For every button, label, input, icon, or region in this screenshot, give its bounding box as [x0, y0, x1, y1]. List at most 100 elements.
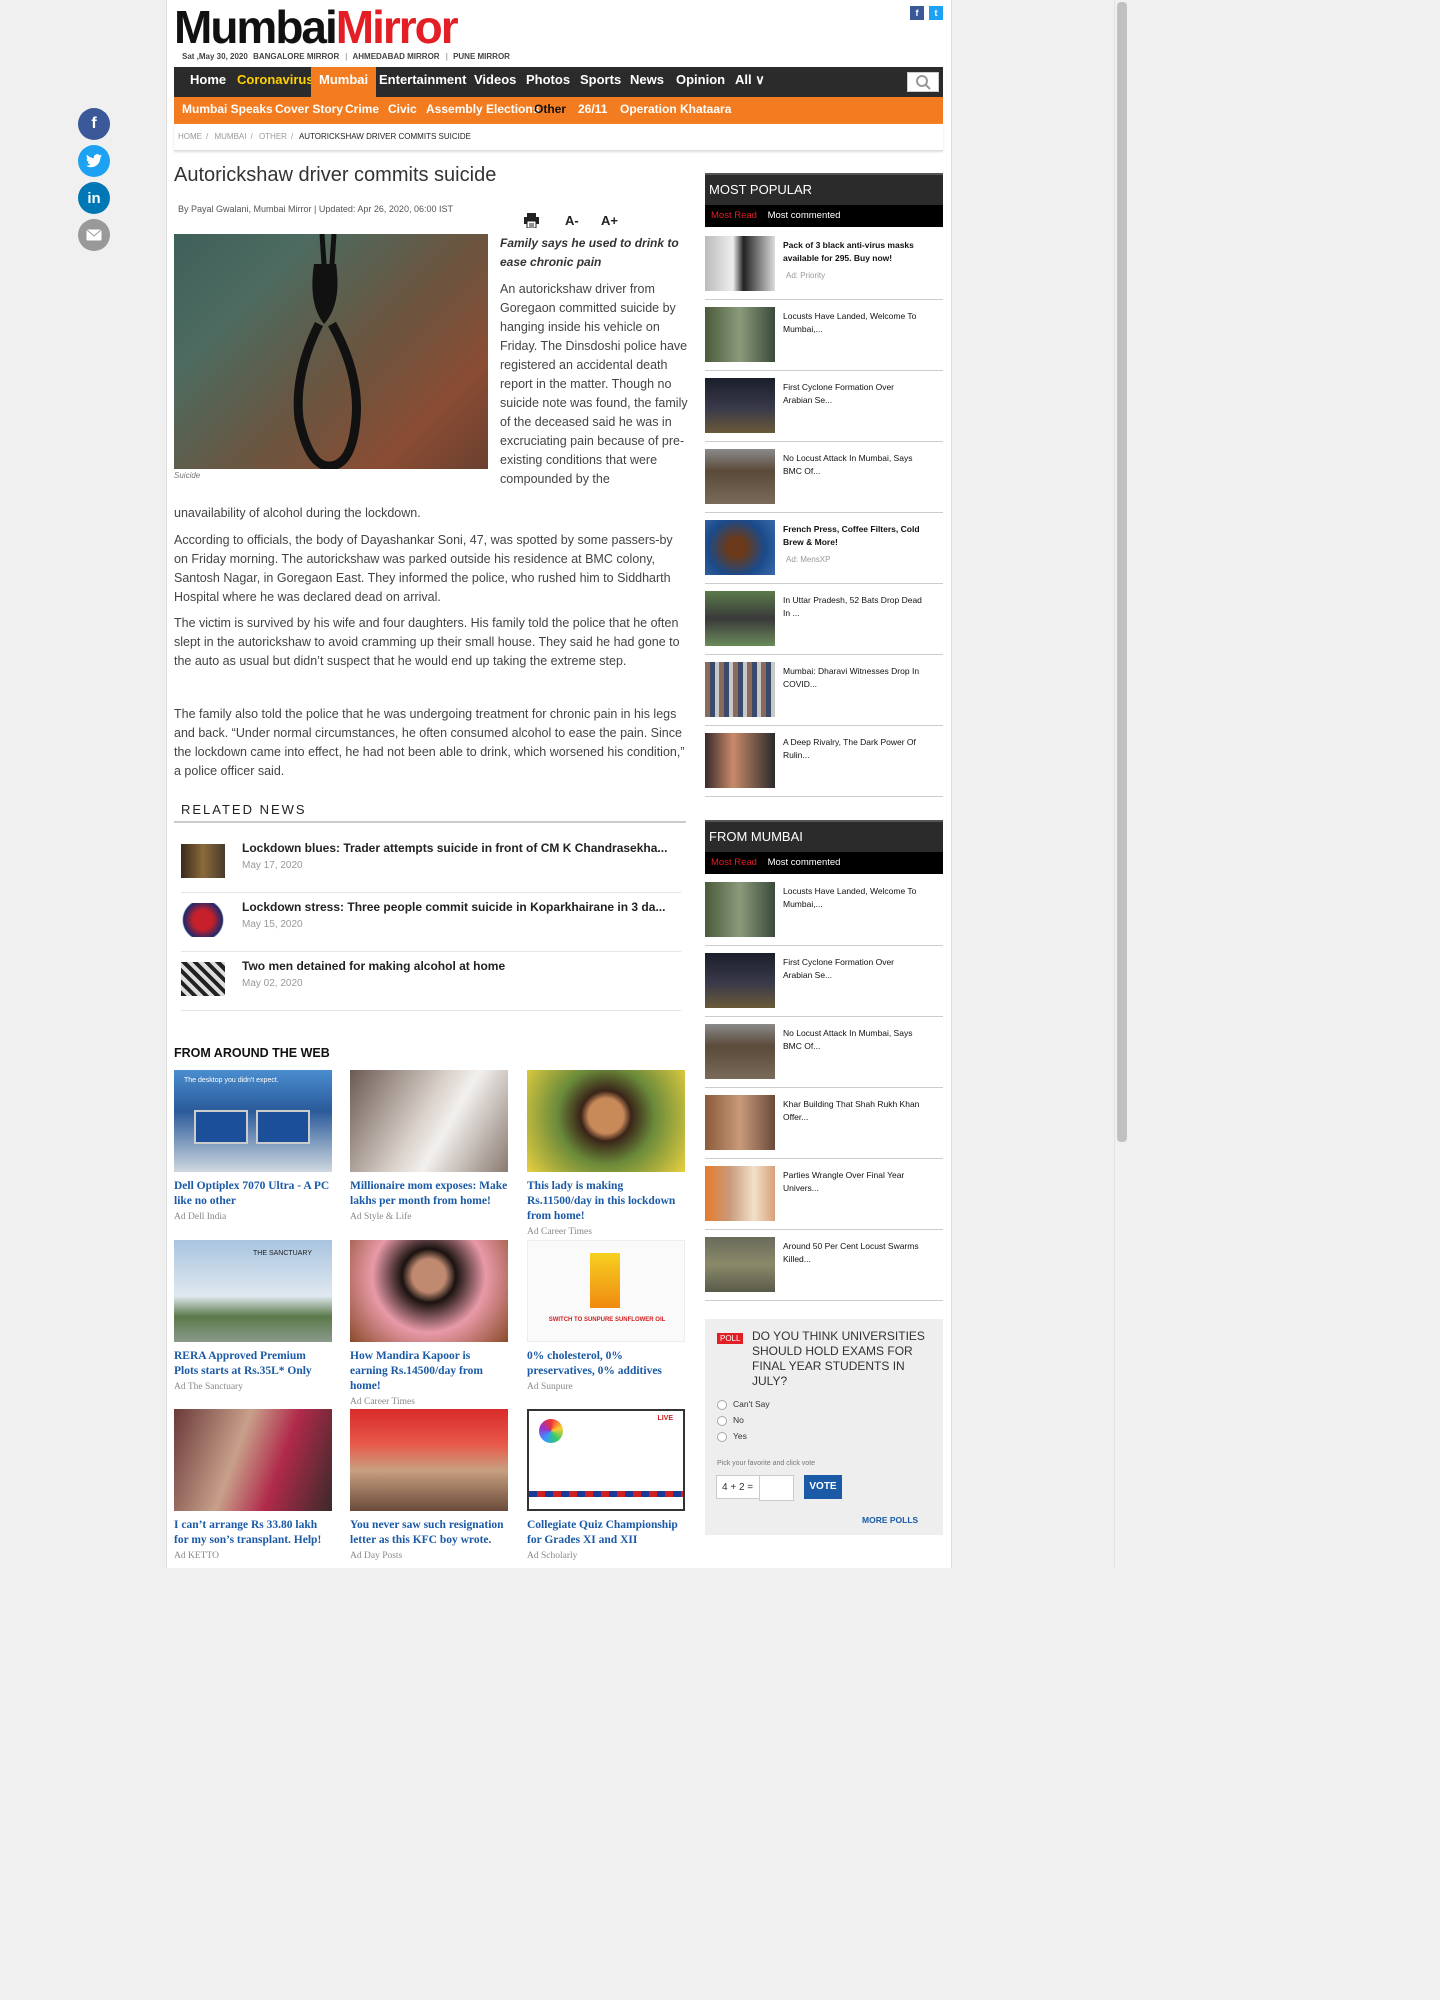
- mumbai-title[interactable]: No Locust Attack In Mumbai, Says BMC Of.…: [783, 1027, 923, 1053]
- related-item[interactable]: Two men detained for making alcohol at h…: [181, 952, 681, 1011]
- twitter-icon[interactable]: [78, 145, 110, 177]
- facebook-icon[interactable]: f: [78, 108, 110, 140]
- vote-button[interactable]: VOTE: [804, 1475, 842, 1499]
- tab-most-commented[interactable]: Most commented: [768, 857, 841, 868]
- sponsored-title[interactable]: I can’t arrange Rs 33.80 lakh for my son…: [174, 1518, 332, 1548]
- sponsored-card[interactable]: LIVE Collegiate Quiz Championship for Gr…: [527, 1409, 685, 1561]
- subnav-26-11[interactable]: 26/11: [578, 97, 607, 121]
- sponsored-title[interactable]: 0% cholesterol, 0% preservatives, 0% add…: [527, 1349, 685, 1379]
- mumbai-item[interactable]: Around 50 Per Cent Locust Swarms Killed.…: [705, 1230, 943, 1301]
- edition-link-pune[interactable]: PUNE MIRROR: [453, 52, 510, 61]
- sponsored-title[interactable]: RERA Approved Premium Plots starts at Rs…: [174, 1349, 332, 1379]
- nav-photos[interactable]: Photos: [526, 67, 570, 97]
- sponsored-card[interactable]: The desktop you didn't expect. Dell Opti…: [174, 1070, 332, 1222]
- popular-item[interactable]: Pack of 3 black anti-virus masks availab…: [705, 229, 943, 300]
- popular-item[interactable]: No Locust Attack In Mumbai, Says BMC Of.…: [705, 442, 943, 513]
- sponsored-card[interactable]: I can’t arrange Rs 33.80 lakh for my son…: [174, 1409, 332, 1561]
- sponsored-title[interactable]: You never saw such resignation letter as…: [350, 1518, 508, 1548]
- related-item[interactable]: Lockdown blues: Trader attempts suicide …: [181, 834, 681, 893]
- poll-option[interactable]: Yes: [717, 1431, 747, 1442]
- popular-title[interactable]: No Locust Attack In Mumbai, Says BMC Of.…: [783, 452, 923, 478]
- mumbai-item[interactable]: Khar Building That Shah Rukh Khan Offer.…: [705, 1088, 943, 1159]
- popular-title[interactable]: A Deep Rivalry, The Dark Power Of Rulin.…: [783, 736, 923, 762]
- nav-sports[interactable]: Sports: [580, 67, 621, 97]
- subnav-crime[interactable]: Crime: [345, 97, 379, 121]
- edition-link-ahmedabad[interactable]: AHMEDABAD MIRROR: [352, 52, 439, 61]
- breadcrumb-other[interactable]: OTHER: [259, 132, 287, 141]
- sponsored-title[interactable]: Millionaire mom exposes: Make lakhs per …: [350, 1179, 508, 1209]
- email-icon[interactable]: [78, 219, 110, 251]
- subnav-assembly-elections[interactable]: Assembly Elections: [426, 97, 539, 121]
- mumbai-item[interactable]: No Locust Attack In Mumbai, Says BMC Of.…: [705, 1017, 943, 1088]
- mumbai-title[interactable]: First Cyclone Formation Over Arabian Se.…: [783, 956, 923, 982]
- radio-button[interactable]: [717, 1399, 727, 1410]
- sponsored-card[interactable]: THE SANCTUARY RERA Approved Premium Plot…: [174, 1240, 332, 1392]
- subnav-other[interactable]: Other: [534, 97, 566, 121]
- nav-all[interactable]: All ∨: [735, 67, 765, 97]
- font-decrease-button[interactable]: A-: [565, 213, 579, 228]
- scrollbar[interactable]: [1114, 0, 1129, 1568]
- mumbai-title[interactable]: Around 50 Per Cent Locust Swarms Killed.…: [783, 1240, 923, 1266]
- breadcrumb-mumbai[interactable]: MUMBAI: [214, 132, 246, 141]
- radio-button[interactable]: [717, 1415, 727, 1426]
- site-logo[interactable]: MumbaiMirror: [174, 4, 459, 50]
- nav-videos[interactable]: Videos: [474, 67, 516, 97]
- related-title[interactable]: Two men detained for making alcohol at h…: [242, 959, 505, 973]
- twitter-icon[interactable]: t: [929, 6, 943, 20]
- popular-title[interactable]: First Cyclone Formation Over Arabian Se.…: [783, 381, 923, 407]
- popular-item[interactable]: Mumbai: Dharavi Witnesses Drop In COVID.…: [705, 655, 943, 726]
- sponsored-card[interactable]: SWITCH TO SUNPURE SUNFLOWER OIL 0% chole…: [527, 1240, 685, 1392]
- print-button[interactable]: [524, 213, 539, 231]
- search-button[interactable]: [907, 72, 939, 92]
- breadcrumb-home[interactable]: HOME: [178, 132, 202, 141]
- subnav-civic[interactable]: Civic: [388, 97, 417, 121]
- linkedin-icon[interactable]: in: [78, 182, 110, 214]
- radio-button[interactable]: [717, 1431, 727, 1442]
- sponsored-card[interactable]: Millionaire mom exposes: Make lakhs per …: [350, 1070, 508, 1222]
- edition-link-bangalore[interactable]: BANGALORE MIRROR: [253, 52, 339, 61]
- popular-item[interactable]: A Deep Rivalry, The Dark Power Of Rulin.…: [705, 726, 943, 797]
- subnav-cover-story[interactable]: Cover Story: [275, 97, 343, 121]
- popular-title[interactable]: Mumbai: Dharavi Witnesses Drop In COVID.…: [783, 665, 923, 691]
- nav-opinion[interactable]: Opinion: [676, 67, 725, 97]
- sponsored-card[interactable]: You never saw such resignation letter as…: [350, 1409, 508, 1561]
- related-title[interactable]: Lockdown blues: Trader attempts suicide …: [242, 841, 667, 855]
- popular-item[interactable]: In Uttar Pradesh, 52 Bats Drop Dead In .…: [705, 584, 943, 655]
- tab-most-commented[interactable]: Most commented: [768, 210, 841, 221]
- sponsored-card[interactable]: This lady is making Rs.11500/day in this…: [527, 1070, 685, 1237]
- font-increase-button[interactable]: A+: [601, 213, 618, 228]
- popular-item[interactable]: French Press, Coffee Filters, Cold Brew …: [705, 513, 943, 584]
- mumbai-title[interactable]: Khar Building That Shah Rukh Khan Offer.…: [783, 1098, 923, 1124]
- related-item[interactable]: Lockdown stress: Three people commit sui…: [181, 893, 681, 952]
- mumbai-item[interactable]: First Cyclone Formation Over Arabian Se.…: [705, 946, 943, 1017]
- nav-entertainment[interactable]: Entertainment: [379, 67, 466, 97]
- sponsored-title[interactable]: How Mandira Kapoor is earning Rs.14500/d…: [350, 1349, 508, 1394]
- scrollbar-thumb[interactable]: [1117, 2, 1127, 1142]
- related-title[interactable]: Lockdown stress: Three people commit sui…: [242, 900, 665, 914]
- sponsored-title[interactable]: Collegiate Quiz Championship for Grades …: [527, 1518, 685, 1548]
- nav-coronavirus[interactable]: Coronavirus: [237, 67, 314, 97]
- poll-option[interactable]: Can't Say: [717, 1399, 770, 1410]
- sponsored-title[interactable]: Dell Optiplex 7070 Ultra - A PC like no …: [174, 1179, 332, 1209]
- mumbai-item[interactable]: Locusts Have Landed, Welcome To Mumbai,.…: [705, 875, 943, 946]
- tab-most-read[interactable]: Most Read: [711, 857, 757, 868]
- popular-title[interactable]: Pack of 3 black anti-virus masks availab…: [783, 239, 923, 265]
- popular-item[interactable]: First Cyclone Formation Over Arabian Se.…: [705, 371, 943, 442]
- poll-option[interactable]: No: [717, 1415, 744, 1426]
- nav-mumbai[interactable]: Mumbai: [311, 67, 377, 97]
- popular-title[interactable]: Locusts Have Landed, Welcome To Mumbai,.…: [783, 310, 923, 336]
- popular-title[interactable]: French Press, Coffee Filters, Cold Brew …: [783, 523, 923, 549]
- popular-title[interactable]: In Uttar Pradesh, 52 Bats Drop Dead In .…: [783, 594, 923, 620]
- nav-news[interactable]: News: [630, 67, 664, 97]
- mumbai-title[interactable]: Parties Wrangle Over Final Year Univers.…: [783, 1169, 923, 1195]
- sponsored-card[interactable]: How Mandira Kapoor is earning Rs.14500/d…: [350, 1240, 508, 1407]
- captcha-input[interactable]: [759, 1475, 794, 1501]
- subnav-operation-khataara[interactable]: Operation Khataara: [620, 97, 731, 121]
- popular-item[interactable]: Locusts Have Landed, Welcome To Mumbai,.…: [705, 300, 943, 371]
- tab-most-read[interactable]: Most Read: [711, 210, 757, 221]
- subnav-mumbai-speaks[interactable]: Mumbai Speaks: [182, 97, 273, 121]
- more-polls-link[interactable]: MORE POLLS: [862, 1515, 918, 1525]
- mumbai-item[interactable]: Parties Wrangle Over Final Year Univers.…: [705, 1159, 943, 1230]
- facebook-icon[interactable]: f: [910, 6, 924, 20]
- nav-home[interactable]: Home: [190, 67, 226, 97]
